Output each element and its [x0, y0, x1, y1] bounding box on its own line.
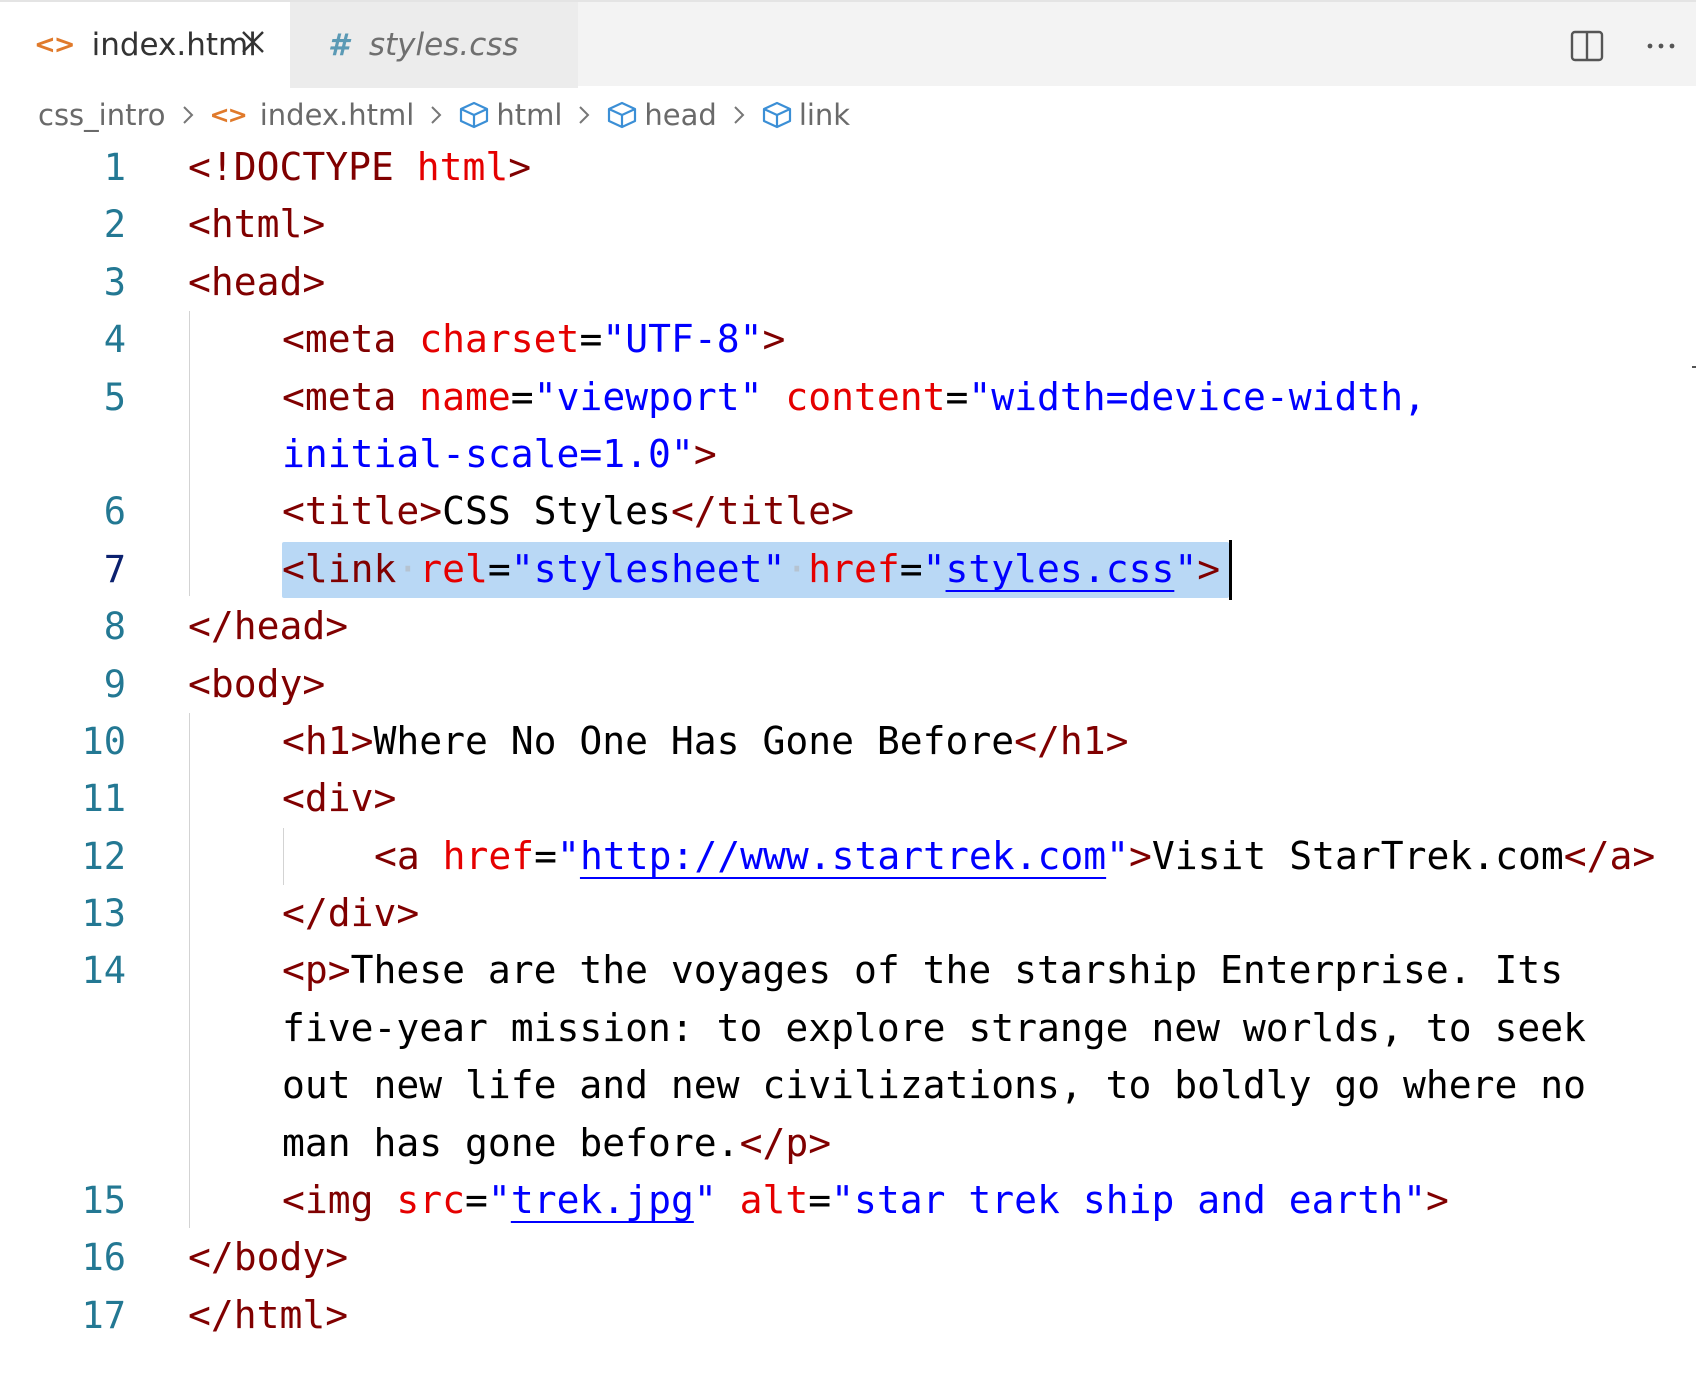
- code-line[interactable]: 16 </body>: [0, 1229, 1696, 1286]
- code-line[interactable]: 8 </head>: [0, 598, 1696, 655]
- line-number: 2: [103, 203, 126, 247]
- breadcrumb-item-folder[interactable]: css_intro: [38, 98, 166, 132]
- line-number: 10: [81, 719, 126, 763]
- link-trek-jpg[interactable]: trek.jpg: [511, 1178, 694, 1222]
- code-line[interactable]: 12 <a href="http://www.startrek.com">Vis…: [0, 828, 1696, 885]
- css-hash-icon: #: [328, 27, 349, 63]
- code-line-wrapped[interactable]: five-year mission: to explore strange ne…: [0, 1000, 1696, 1057]
- code-line[interactable]: 1 <!DOCTYPE html>: [0, 139, 1696, 196]
- code-line[interactable]: 6 <title>CSS Styles</title>: [0, 483, 1696, 540]
- breadcrumb: css_intro <> index.html html head link: [38, 92, 850, 138]
- breadcrumb-item-head[interactable]: head: [606, 98, 717, 132]
- code-line-wrapped[interactable]: out new life and new civilizations, to b…: [0, 1057, 1696, 1114]
- tab-bar: <> index.html # styles.css: [0, 0, 1696, 88]
- code-line-wrapped[interactable]: man has gone before.</p>: [0, 1115, 1696, 1172]
- line-number: 9: [103, 662, 126, 706]
- tab-styles-css[interactable]: # styles.css: [290, 2, 578, 88]
- code-editor: <> index.html # styles.css css_intro <> …: [0, 0, 1696, 1374]
- line-number: 16: [81, 1236, 126, 1280]
- breadcrumb-label: css_intro: [38, 98, 166, 132]
- breadcrumb-label: html: [496, 98, 563, 132]
- line-number: 15: [81, 1179, 126, 1223]
- code-line[interactable]: 10 <h1>Where No One Has Gone Before</h1>: [0, 713, 1696, 770]
- breadcrumb-label: link: [798, 98, 851, 132]
- code-line[interactable]: 3 <head>: [0, 254, 1696, 311]
- line-number: 3: [103, 260, 126, 304]
- code-line[interactable]: 5 <meta name="viewport" content="width=d…: [0, 369, 1696, 426]
- line-number: 1: [103, 146, 126, 189]
- code-line[interactable]: 14 <p>These are the voyages of the stars…: [0, 942, 1696, 999]
- tab-index-html[interactable]: <> index.html: [0, 2, 290, 88]
- breadcrumb-item-link[interactable]: link: [761, 98, 850, 132]
- html-file-icon: <>: [34, 30, 76, 60]
- code-line[interactable]: 2 <html>: [0, 196, 1696, 253]
- line-number: 6: [103, 490, 126, 534]
- breadcrumb-item-html[interactable]: html: [458, 98, 562, 132]
- line-number: 8: [103, 605, 126, 649]
- line-number: 13: [81, 892, 126, 936]
- chevron-right-icon: [182, 106, 193, 124]
- html-file-icon: <>: [209, 101, 248, 129]
- code-line[interactable]: 13 </div>: [0, 885, 1696, 942]
- code-line[interactable]: 4 <meta charset="UTF-8">: [0, 311, 1696, 368]
- code-area[interactable]: 1 <!DOCTYPE html> 2 <html> 3 <head> 4 <m…: [0, 139, 1696, 1344]
- code-line[interactable]: 15 <img src="trek.jpg" alt="star trek sh…: [0, 1172, 1696, 1229]
- line-number: 14: [81, 949, 126, 993]
- element-cube-icon: [762, 101, 791, 129]
- line-number: 17: [81, 1293, 126, 1337]
- breadcrumb-item-file[interactable]: <> index.html: [210, 98, 415, 132]
- code-line-wrapped[interactable]: initial-scale=1.0">: [0, 426, 1696, 483]
- chevron-right-icon: [431, 106, 442, 124]
- split-editor-icon[interactable]: [1570, 29, 1604, 63]
- line-number: 5: [103, 375, 126, 419]
- link-styles-css[interactable]: styles.css: [946, 547, 1175, 591]
- tab-label: styles.css: [368, 27, 519, 63]
- line-number: 7: [103, 547, 126, 591]
- code-line[interactable]: 17 </html>: [0, 1287, 1696, 1344]
- chevron-right-icon: [579, 106, 590, 124]
- tab-label: index.html: [91, 27, 257, 63]
- line-number: 12: [81, 834, 126, 878]
- close-icon[interactable]: [240, 29, 266, 55]
- chevron-right-icon: [734, 106, 745, 124]
- code-line[interactable]: 9 <body>: [0, 656, 1696, 713]
- code-line[interactable]: 11 <div>: [0, 770, 1696, 827]
- breadcrumb-label: index.html: [259, 98, 415, 132]
- link-startrek-url[interactable]: http://www.startrek.com: [580, 834, 1106, 878]
- line-number: 11: [81, 777, 126, 821]
- breadcrumb-label: head: [644, 98, 717, 132]
- line-number: 4: [103, 318, 126, 362]
- element-cube-icon: [460, 101, 489, 129]
- element-cube-icon: [608, 101, 637, 129]
- code-line-active[interactable]: 7 <link·rel="stylesheet"·href="styles.cs…: [0, 541, 1696, 598]
- more-actions-icon[interactable]: [1644, 29, 1678, 63]
